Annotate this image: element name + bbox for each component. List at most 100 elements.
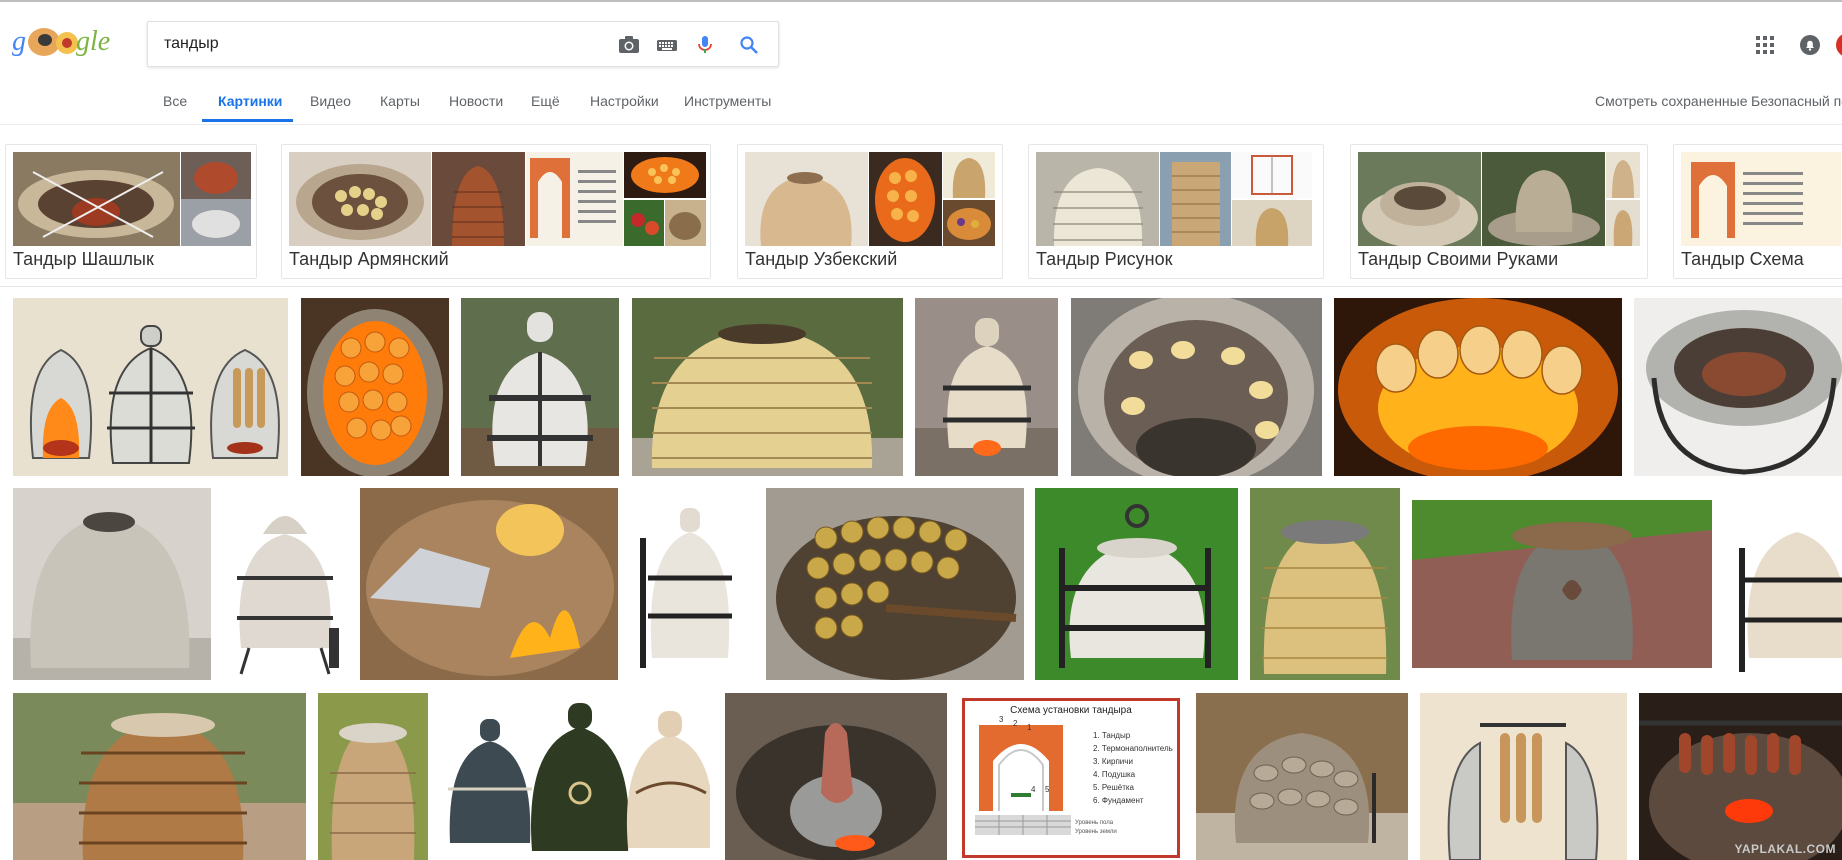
- chip-thumbnail: [1482, 152, 1605, 246]
- keyboard-icon[interactable]: [656, 35, 678, 55]
- chip-thumbnail: [624, 200, 664, 246]
- related-chip-label: Тандыр Шашлык: [13, 249, 154, 269]
- diagram-levels: Уровень пола Уровень земли: [1075, 819, 1117, 837]
- chip-thumbnail: [943, 152, 995, 198]
- tab-video[interactable]: Видео: [310, 93, 351, 109]
- diagram-callout-number: 4: [1031, 785, 1036, 794]
- tab-tools[interactable]: Инструменты: [684, 93, 771, 109]
- image-result[interactable]: [13, 488, 211, 680]
- diagram-legend-item: 3. Кирпичи: [1093, 757, 1133, 766]
- chip-thumbnail: [13, 152, 180, 246]
- chip-thumbnail: [289, 152, 431, 246]
- diagram-callout-number: 5: [1045, 785, 1050, 794]
- diagram-callout-number: 1: [1027, 723, 1032, 732]
- chip-thumbnail: [624, 152, 706, 198]
- image-result[interactable]: [1035, 488, 1238, 680]
- image-result[interactable]: [1634, 298, 1842, 476]
- related-chip-diy[interactable]: Тандыр Своими Руками: [1350, 144, 1648, 279]
- chip-thumbnail: [1358, 152, 1481, 246]
- image-result[interactable]: YAPLAKAL.COM: [1639, 693, 1842, 860]
- image-result[interactable]: [13, 298, 288, 476]
- image-result[interactable]: [301, 298, 449, 476]
- diagram-legend-item: 6. Фундамент: [1093, 796, 1144, 805]
- diagram-image-result[interactable]: Схема установки тандыра 3 2 1 4 5 1. Тан…: [962, 698, 1180, 858]
- watermark-text: YAPLAKAL.COM: [1734, 842, 1836, 856]
- chip-thumbnail: [943, 200, 995, 246]
- related-chip-uzbek[interactable]: Тандыр Узбекский: [737, 144, 1003, 279]
- chip-thumbnail: [1681, 152, 1841, 246]
- logo-text: gle: [76, 26, 111, 57]
- diagram-title: Схема установки тандыра: [1010, 705, 1132, 716]
- image-result[interactable]: [1735, 488, 1842, 680]
- image-result[interactable]: [766, 488, 1024, 680]
- tab-images[interactable]: Картинки: [218, 93, 282, 109]
- related-chip-shashlik[interactable]: Тандыр Шашлык: [5, 144, 257, 279]
- search-icon[interactable]: [738, 35, 760, 55]
- tab-maps[interactable]: Карты: [380, 93, 420, 109]
- image-result[interactable]: [1412, 500, 1712, 668]
- diagram-legend: 1. Тандыр 2. Термонаполнитель 3. Кирпичи…: [1093, 729, 1173, 807]
- chip-thumbnail: [869, 152, 942, 246]
- apps-icon[interactable]: [1756, 36, 1774, 54]
- image-result[interactable]: [461, 298, 619, 476]
- image-result[interactable]: [630, 488, 750, 680]
- diagram-legend-item: 2. Термонаполнитель: [1093, 744, 1173, 753]
- chip-thumbnail: [432, 152, 525, 246]
- related-chip-scheme[interactable]: Тандыр Схема: [1673, 144, 1842, 279]
- chip-thumbnail: [1606, 200, 1640, 246]
- image-result[interactable]: [1250, 488, 1400, 680]
- tab-settings[interactable]: Настройки: [590, 93, 659, 109]
- chip-thumbnail: [1232, 152, 1312, 198]
- camera-icon[interactable]: [618, 35, 640, 55]
- diagram-callout-number: 3: [999, 715, 1004, 724]
- saved-images-link[interactable]: Смотреть сохраненные: [1595, 93, 1748, 109]
- chip-thumbnail: [526, 152, 623, 246]
- window-top-border: [0, 0, 1842, 2]
- image-result[interactable]: [440, 693, 710, 860]
- image-result[interactable]: [1196, 693, 1408, 860]
- diagram-legend-item: 4. Подушка: [1093, 770, 1136, 779]
- diagram-legend-item: 5. Решётка: [1093, 783, 1134, 792]
- chip-thumbnail: [1036, 152, 1159, 246]
- image-result[interactable]: [318, 693, 428, 860]
- diagram-callout-number: 2: [1013, 719, 1018, 728]
- tab-all[interactable]: Все: [163, 93, 187, 109]
- image-result[interactable]: [1071, 298, 1322, 476]
- related-chip-armenian[interactable]: Тандыр Армянский: [281, 144, 711, 279]
- related-chip-label: Тандыр Рисунок: [1036, 249, 1173, 269]
- search-input[interactable]: тандыр: [164, 35, 219, 53]
- image-result[interactable]: [360, 488, 618, 680]
- search-tabs: Все Картинки Видео Карты Новости Ещё Нас…: [0, 90, 1842, 124]
- related-chip-label: Тандыр Армянский: [289, 249, 449, 269]
- image-result[interactable]: [1334, 298, 1622, 476]
- tabs-divider: [0, 124, 1842, 125]
- related-chip-label: Тандыр Узбекский: [745, 249, 898, 269]
- image-result[interactable]: [1420, 693, 1627, 860]
- tab-more[interactable]: Ещё: [531, 93, 560, 109]
- notifications-icon[interactable]: [1800, 35, 1820, 55]
- diagram-level-label: Уровень земли: [1075, 829, 1117, 835]
- safesearch-link[interactable]: Безопасный по: [1751, 93, 1842, 109]
- active-tab-indicator: [202, 119, 293, 122]
- image-result[interactable]: [223, 488, 348, 680]
- diagram-legend-item: 1. Тандыр: [1093, 731, 1131, 740]
- chip-thumbnail: [745, 152, 868, 246]
- account-avatar[interactable]: [1836, 33, 1842, 57]
- mic-icon[interactable]: [694, 35, 716, 55]
- chip-thumbnail: [1606, 152, 1640, 198]
- image-result[interactable]: [725, 693, 947, 860]
- chip-thumbnail: [665, 200, 706, 246]
- search-box[interactable]: тандыр: [147, 21, 779, 67]
- image-result[interactable]: [915, 298, 1058, 476]
- google-doodle-logo[interactable]: g gle: [12, 22, 118, 64]
- related-chip-drawing[interactable]: Тандыр Рисунок: [1028, 144, 1324, 279]
- image-result[interactable]: [13, 693, 306, 860]
- tab-news[interactable]: Новости: [449, 93, 503, 109]
- related-chip-label: Тандыр Своими Руками: [1358, 249, 1559, 269]
- chip-thumbnail: [181, 152, 251, 246]
- chip-thumbnail: [1160, 152, 1231, 246]
- related-chip-label: Тандыр Схема: [1681, 249, 1804, 269]
- image-result[interactable]: [632, 298, 903, 476]
- diagram-level-label: Уровень пола: [1075, 820, 1114, 826]
- chips-divider: [0, 286, 1842, 287]
